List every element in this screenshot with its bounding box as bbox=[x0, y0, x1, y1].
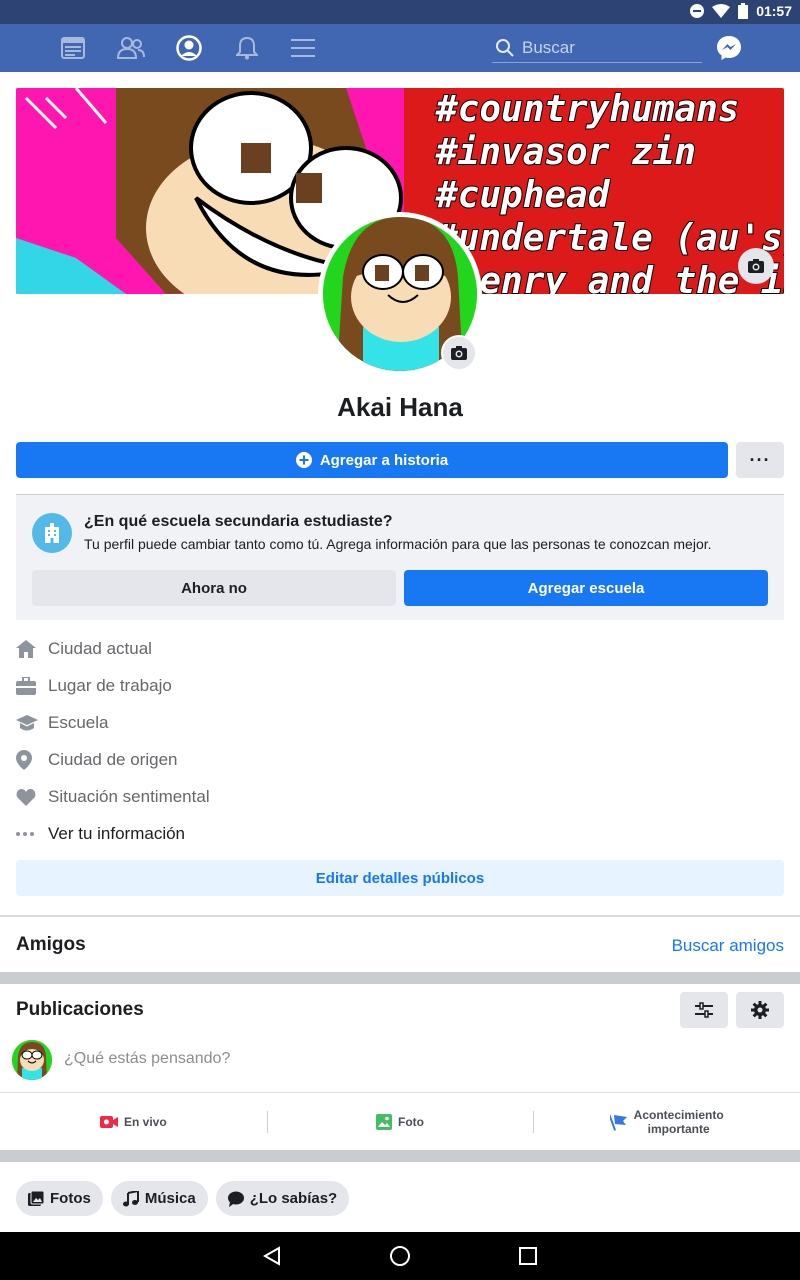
live-video-icon bbox=[99, 1115, 118, 1128]
cover-tag: #invasor zin bbox=[435, 131, 697, 174]
back-icon[interactable] bbox=[260, 1244, 284, 1268]
top-navigation-bar: Buscar bbox=[0, 24, 800, 72]
gear-icon bbox=[751, 1001, 769, 1019]
cover-hashtags: #countryhumans #invasor zin #cuphead #un… bbox=[435, 88, 784, 294]
status-bar: 01:57 bbox=[0, 0, 800, 24]
find-friends-link[interactable]: Buscar amigos bbox=[672, 936, 784, 956]
post-composer-input[interactable]: ¿Qué estás pensando? bbox=[64, 1050, 230, 1068]
detail-hometown[interactable]: Ciudad de origen bbox=[16, 741, 210, 778]
life-event-label: Acontecimiento importante bbox=[633, 1107, 724, 1136]
heart-icon bbox=[16, 788, 48, 806]
school-prompt-card: ¿En qué escuela secundaria estudiaste? T… bbox=[16, 494, 784, 620]
search-icon bbox=[496, 38, 514, 57]
messenger-icon[interactable] bbox=[715, 34, 743, 67]
chip-label: ¿Lo sabías? bbox=[249, 1190, 338, 1207]
friends-section-title: Amigos bbox=[16, 934, 86, 955]
detail-workplace[interactable]: Lugar de trabajo bbox=[16, 667, 210, 704]
more-dots-icon bbox=[16, 831, 48, 836]
news-feed-icon[interactable] bbox=[59, 34, 87, 62]
speech-bubble-icon bbox=[227, 1191, 244, 1207]
system-navigation-bar bbox=[0, 1232, 800, 1280]
wifi-icon bbox=[712, 4, 731, 18]
sliders-icon bbox=[695, 1002, 713, 1018]
add-to-story-label: Agregar a historia bbox=[319, 451, 449, 469]
not-now-button[interactable]: Ahora no bbox=[32, 570, 396, 606]
cover-tag: #countryhumans bbox=[435, 88, 740, 131]
do-not-disturb-icon bbox=[690, 4, 705, 18]
location-pin-icon bbox=[16, 749, 48, 770]
detail-label: Ciudad actual bbox=[48, 638, 152, 658]
section-divider bbox=[0, 1150, 800, 1162]
music-chip[interactable]: Música bbox=[110, 1181, 208, 1216]
profile-icon[interactable] bbox=[175, 34, 203, 62]
battery-icon bbox=[738, 3, 749, 19]
filter-posts-button[interactable] bbox=[680, 992, 728, 1028]
music-note-icon bbox=[122, 1190, 139, 1206]
detail-label: Escuela bbox=[48, 712, 109, 732]
detail-school[interactable]: Escuela bbox=[16, 704, 210, 741]
edit-public-details-button[interactable]: Editar detalles públicos bbox=[16, 860, 784, 896]
detail-current-city[interactable]: Ciudad actual bbox=[16, 630, 210, 667]
post-actions-bar: En vivo Foto Acontecimiento importante bbox=[0, 1092, 800, 1150]
cover-tag: #henry and the ink bbox=[435, 260, 784, 294]
graduation-cap-icon bbox=[16, 714, 48, 732]
profile-chips: Fotos Música ¿Lo sabías? bbox=[16, 1181, 350, 1216]
photos-icon bbox=[28, 1190, 44, 1206]
photos-chip[interactable]: Fotos bbox=[16, 1181, 103, 1216]
more-options-button[interactable]: ··· bbox=[736, 442, 784, 478]
home-button-icon[interactable] bbox=[388, 1244, 412, 1268]
school-prompt-title: ¿En qué escuela secundaria estudiaste? bbox=[84, 513, 393, 530]
life-event-button[interactable]: Acontecimiento importante bbox=[533, 1093, 800, 1150]
divider bbox=[0, 915, 800, 917]
school-prompt-subtitle: Tu perfil puede cambiar tanto como tú. A… bbox=[84, 536, 712, 552]
recent-apps-icon[interactable] bbox=[516, 1244, 540, 1268]
edit-cover-button[interactable] bbox=[738, 248, 774, 284]
add-to-story-button[interactable]: Agregar a historia bbox=[16, 442, 728, 478]
profile-details-list: Ciudad actual Lugar de trabajo Escuela C… bbox=[16, 630, 210, 852]
friends-icon[interactable] bbox=[117, 34, 145, 62]
camera-icon bbox=[748, 259, 764, 273]
photo-label: Foto bbox=[398, 1114, 424, 1129]
flag-icon bbox=[609, 1113, 627, 1131]
live-video-button[interactable]: En vivo bbox=[0, 1093, 267, 1150]
search-placeholder: Buscar bbox=[522, 37, 575, 57]
home-icon bbox=[16, 639, 48, 658]
detail-label: Ciudad de origen bbox=[48, 749, 178, 769]
detail-label: Lugar de trabajo bbox=[48, 675, 172, 695]
notifications-icon[interactable] bbox=[233, 34, 261, 62]
post-settings-button[interactable] bbox=[736, 992, 784, 1028]
detail-label: Ver tu información bbox=[48, 823, 186, 843]
section-divider bbox=[0, 972, 800, 984]
more-dots-icon: ··· bbox=[749, 449, 771, 470]
detail-label: Situación sentimental bbox=[48, 786, 210, 806]
add-school-button[interactable]: Agregar escuela bbox=[404, 570, 768, 606]
detail-relationship[interactable]: Situación sentimental bbox=[16, 778, 210, 815]
clock: 01:57 bbox=[756, 3, 792, 19]
photo-button[interactable]: Foto bbox=[266, 1093, 534, 1150]
cover-tag: #cuphead bbox=[435, 174, 610, 217]
posts-section-title: Publicaciones bbox=[16, 999, 144, 1020]
profile-name: Akai Hana bbox=[337, 392, 463, 422]
plus-circle-icon bbox=[295, 452, 312, 468]
cover-tag: #undertale (au's) bbox=[435, 217, 784, 260]
briefcase-icon bbox=[16, 676, 48, 695]
chip-label: Fotos bbox=[50, 1190, 91, 1207]
live-video-label: En vivo bbox=[123, 1114, 167, 1129]
chip-label: Música bbox=[144, 1190, 196, 1207]
did-you-know-chip[interactable]: ¿Lo sabías? bbox=[215, 1181, 350, 1216]
composer-avatar[interactable] bbox=[12, 1040, 52, 1080]
menu-icon[interactable] bbox=[289, 34, 317, 62]
view-your-info-link[interactable]: Ver tu información bbox=[16, 815, 210, 852]
camera-icon bbox=[451, 346, 467, 360]
school-building-icon bbox=[32, 513, 72, 553]
search-input[interactable]: Buscar bbox=[492, 33, 702, 63]
photo-icon bbox=[376, 1113, 392, 1130]
edit-profile-picture-button[interactable] bbox=[441, 335, 477, 371]
